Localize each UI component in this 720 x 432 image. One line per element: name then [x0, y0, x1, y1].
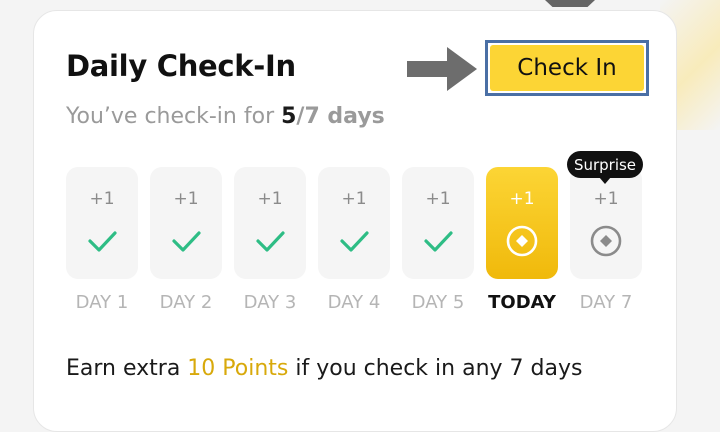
bonus-suffix: if you check in any 7 days — [288, 356, 583, 381]
day-tile-2: +1 — [150, 167, 222, 279]
day-label-5: DAY 5 — [411, 292, 465, 313]
day-points: +1 — [509, 189, 535, 209]
day-label-3: DAY 3 — [243, 292, 297, 313]
day-tile-3: +1 — [234, 167, 306, 279]
coin-icon — [590, 225, 622, 257]
progress-prefix: You’ve check-in for — [66, 104, 282, 129]
day-tile-1: +1 — [66, 167, 138, 279]
arrow-right-icon — [407, 47, 477, 91]
day-tile-4: +1 — [318, 167, 390, 279]
check-icon — [172, 231, 201, 252]
day-label-4: DAY 4 — [327, 292, 381, 313]
progress-current: 5 — [281, 104, 297, 129]
check-icon — [424, 231, 453, 252]
day-points: +1 — [257, 189, 283, 209]
day-points: +1 — [173, 189, 199, 209]
check-icon — [88, 231, 117, 252]
day-points: +1 — [341, 189, 367, 209]
progress-total: /7 days — [296, 104, 385, 129]
day-tile-5: +1 — [402, 167, 474, 279]
day-label-1: DAY 1 — [75, 292, 129, 313]
coin-icon — [506, 225, 538, 257]
bonus-info-text: Earn extra 10 Points if you check in any… — [66, 356, 582, 381]
day-label-2: DAY 2 — [159, 292, 213, 313]
check-in-button[interactable]: Check In — [485, 40, 649, 96]
day-label-today: TODAY — [488, 292, 556, 313]
top-notch-shape — [545, 0, 595, 7]
day-points: +1 — [425, 189, 451, 209]
page-title: Daily Check-In — [66, 49, 296, 83]
bonus-points-highlight: 10 Points — [187, 356, 289, 381]
check-in-button-label: Check In — [490, 45, 644, 91]
day-points: +1 — [593, 189, 619, 209]
day-tile-today: +1 — [486, 167, 558, 279]
check-icon — [340, 231, 369, 252]
surprise-tooltip: Surprise — [567, 151, 643, 184]
check-icon — [256, 231, 285, 252]
day-points: +1 — [89, 189, 115, 209]
day-label-7: DAY 7 — [579, 292, 633, 313]
bonus-prefix: Earn extra — [66, 356, 188, 381]
checkin-progress: You’ve check-in for 5/7 days — [66, 104, 385, 129]
